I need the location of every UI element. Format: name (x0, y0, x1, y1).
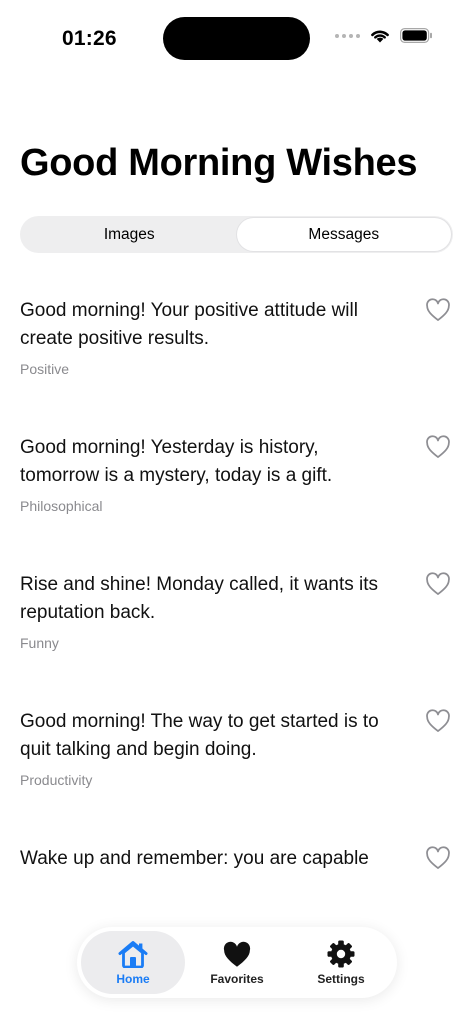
favorite-heart-icon[interactable] (425, 846, 451, 870)
tab-label: Home (116, 972, 150, 986)
battery-icon (400, 28, 432, 43)
dynamic-island (163, 17, 310, 60)
tab-settings[interactable]: Settings (289, 931, 393, 994)
favorite-heart-icon[interactable] (425, 572, 451, 596)
gear-icon (324, 939, 358, 969)
message-text: Good morning! Yesterday is history, tomo… (20, 437, 333, 486)
segment-messages[interactable]: Messages (236, 218, 451, 251)
message-item[interactable]: Rise and shine! Monday called, it wants … (0, 556, 473, 693)
favorite-heart-icon[interactable] (425, 435, 451, 459)
house-icon (116, 939, 150, 969)
page-title: Good Morning Wishes (20, 142, 418, 184)
heart-icon (220, 939, 254, 969)
tab-label: Settings (317, 972, 365, 986)
favorite-heart-icon[interactable] (425, 709, 451, 733)
message-item[interactable]: Good morning! Your positive attitude wil… (0, 282, 473, 419)
segmented-control: Images Messages (20, 216, 453, 253)
status-icons (335, 28, 433, 43)
message-category: Funny (20, 635, 59, 651)
status-time: 01:26 (62, 27, 117, 50)
message-category: Productivity (20, 772, 93, 788)
message-item[interactable]: Wake up and remember: you are capable (0, 830, 473, 912)
tab-favorites[interactable]: Favorites (185, 931, 289, 994)
message-text: Rise and shine! Monday called, it wants … (20, 574, 379, 623)
message-text: Wake up and remember: you are capable (20, 848, 369, 869)
tab-label: Favorites (210, 972, 264, 986)
message-category: Philosophical (20, 498, 103, 514)
message-item[interactable]: Good morning! The way to get started is … (0, 693, 473, 830)
message-list[interactable]: Good morning! Your positive attitude wil… (0, 282, 473, 912)
segment-images[interactable]: Images (22, 218, 237, 251)
tab-home[interactable]: Home (81, 931, 185, 994)
message-text: Good morning! Your positive attitude wil… (20, 300, 358, 349)
wifi-icon (371, 30, 389, 43)
tab-bar: Home Favorites Settings (77, 927, 397, 998)
message-category: Positive (20, 361, 70, 377)
message-item[interactable]: Good morning! Yesterday is history, tomo… (0, 419, 473, 556)
message-text: Good morning! The way to get started is … (20, 711, 379, 760)
favorite-heart-icon[interactable] (425, 298, 451, 322)
cellular-signal-icon (335, 33, 360, 38)
status-bar: 01:26 (0, 0, 473, 76)
